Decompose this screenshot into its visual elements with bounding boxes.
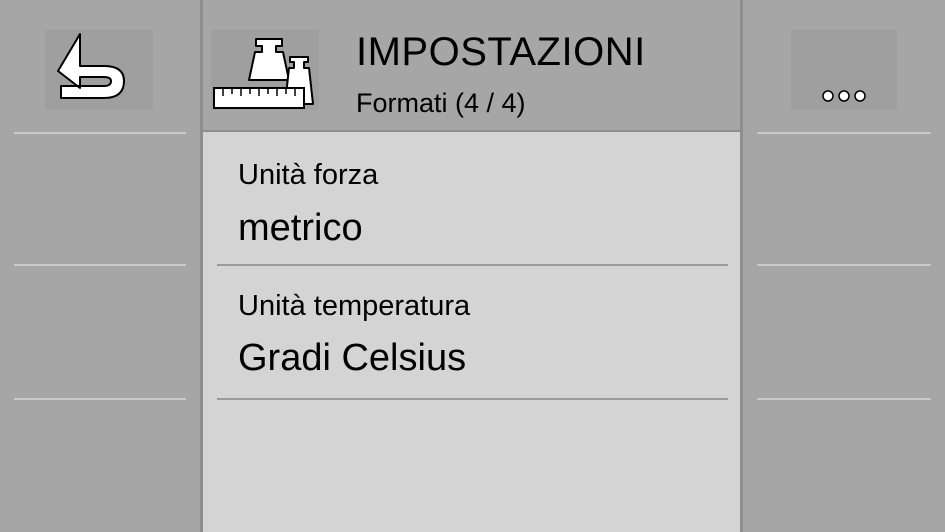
weights-ruler-icon bbox=[213, 38, 314, 109]
left-softkey-4[interactable] bbox=[0, 400, 200, 532]
right-softkey-column bbox=[743, 0, 945, 532]
row-divider bbox=[217, 398, 728, 400]
header-icon-box bbox=[211, 30, 319, 110]
page-title: IMPOSTAZIONI bbox=[356, 30, 646, 74]
setting-value: Gradi Celsius bbox=[238, 337, 467, 379]
back-button[interactable] bbox=[45, 30, 153, 110]
right-softkey-2[interactable] bbox=[743, 132, 945, 266]
more-softkey[interactable] bbox=[743, 0, 945, 134]
left-softkey-column bbox=[0, 0, 200, 532]
settings-panel: IMPOSTAZIONI Formati (4 / 4) Unità forza… bbox=[203, 0, 740, 532]
more-button[interactable] bbox=[791, 30, 897, 110]
back-softkey[interactable] bbox=[0, 0, 200, 134]
page-subtitle: Formati (4 / 4) bbox=[356, 88, 526, 118]
back-arrow-icon bbox=[57, 33, 125, 99]
setting-item-temperature-unit[interactable]: Unità temperatura Gradi Celsius bbox=[217, 266, 728, 400]
more-dots-icon bbox=[822, 90, 866, 102]
setting-label: Unità forza bbox=[238, 159, 379, 191]
right-softkey-3[interactable] bbox=[743, 266, 945, 400]
left-softkey-2[interactable] bbox=[0, 132, 200, 266]
setting-value: metrico bbox=[238, 207, 363, 249]
setting-item-force-unit[interactable]: Unità forza metrico bbox=[217, 132, 728, 266]
page-header: IMPOSTAZIONI Formati (4 / 4) bbox=[203, 0, 740, 132]
left-softkey-3[interactable] bbox=[0, 266, 200, 400]
setting-label: Unità temperatura bbox=[238, 290, 471, 322]
right-softkey-4[interactable] bbox=[743, 400, 945, 532]
